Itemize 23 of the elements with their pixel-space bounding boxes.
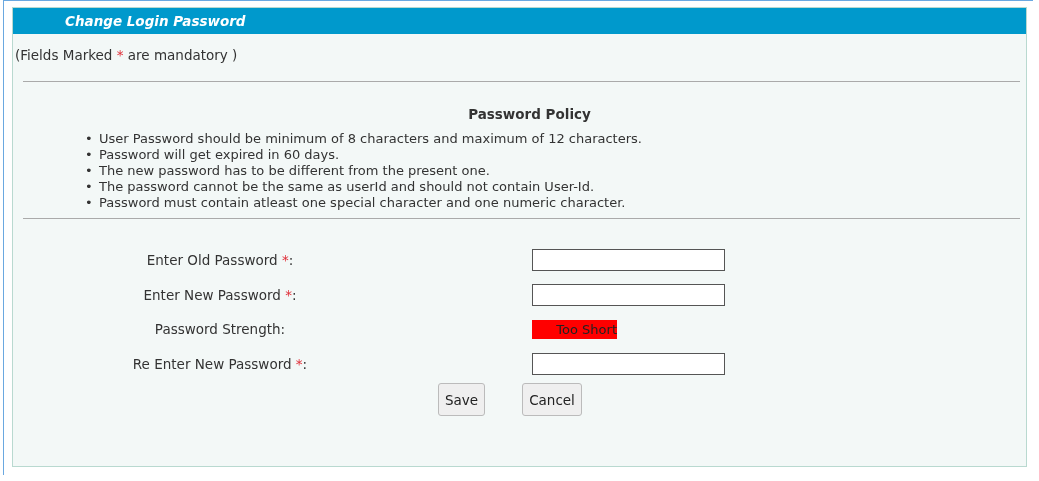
bullet: • — [85, 130, 94, 148]
bullet: • — [85, 162, 94, 180]
form-button[interactable]: Save — [438, 383, 486, 416]
field-label: Enter Old Password *: — [146, 252, 294, 269]
bullet: • — [85, 194, 94, 212]
form-button[interactable]: Cancel — [522, 383, 582, 416]
field-label: Enter New Password *: — [143, 286, 297, 303]
strength-indicator: Too Short — [532, 319, 617, 339]
bullet: • — [85, 178, 94, 196]
bullet: • — [85, 146, 94, 164]
policy-item: User Password should be minimum of 8 characters and maximum of 12 characters. — [99, 130, 642, 148]
policy-item: The password cannot be the same as userId and should not contain User-Id. — [99, 178, 595, 196]
policy-item: Password will get expired in 60 days. — [99, 146, 340, 164]
policy-heading: Password Policy — [467, 106, 592, 122]
password-field[interactable] — [532, 352, 725, 375]
password-field[interactable] — [532, 249, 725, 272]
field-label: Password Strength: — [154, 321, 286, 338]
mandatory-note: (Fields Marked * are mandatory ) — [14, 46, 239, 65]
policy-item: Password must contain atleast one special character and one numeric character. — [99, 194, 626, 212]
panel-title: Change Login Password — [65, 13, 246, 29]
password-field[interactable] — [532, 283, 725, 306]
field-label: Re Enter New Password *: — [132, 355, 308, 372]
policy-item: The new password has to be different from the present one. — [99, 162, 490, 180]
